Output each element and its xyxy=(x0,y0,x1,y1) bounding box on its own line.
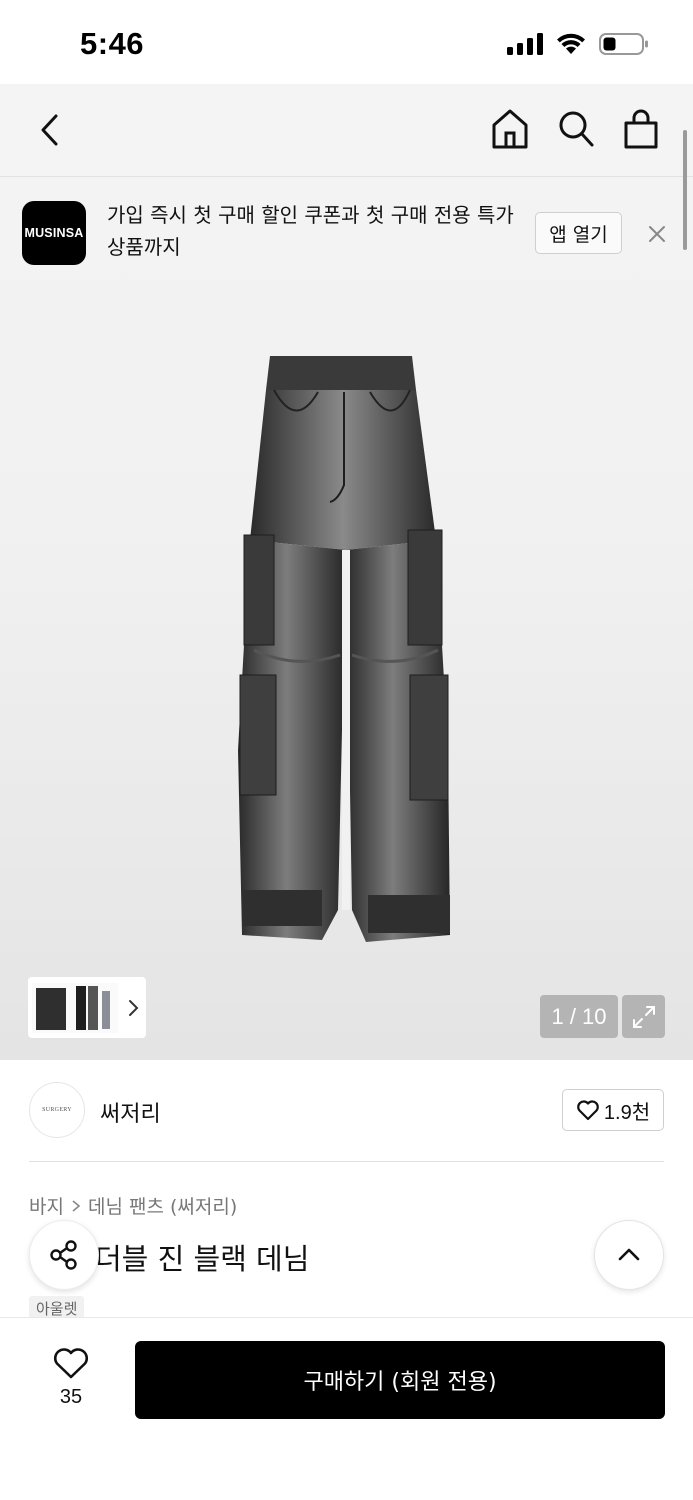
thumbnail-strip[interactable] xyxy=(28,977,146,1038)
status-bar: 5:46 xyxy=(0,0,693,84)
product-title: 더블 진 블랙 데님 xyxy=(95,1242,310,1276)
thumbnail-image[interactable] xyxy=(32,982,118,1033)
status-time: 5:46 xyxy=(80,26,145,61)
expand-button[interactable] xyxy=(622,995,665,1038)
chevron-up-icon xyxy=(618,1248,640,1261)
banner-message: 가입 즉시 첫 구매 할인 쿠폰과 첫 구매 전용 특가 상품까지 xyxy=(107,203,514,259)
wishlist-count: 35 xyxy=(59,1386,83,1408)
heart-icon xyxy=(577,1100,599,1121)
shopping-bag-icon[interactable] xyxy=(623,108,659,150)
cellular-signal-icon xyxy=(507,33,543,55)
brand-like-button[interactable]: 1.9천 xyxy=(562,1089,664,1131)
app-promo-banner: MUSINSA 가입 즉시 첫 구매 할인 쿠폰과 첫 구매 전용 특가 상품까… xyxy=(0,177,693,273)
open-app-button[interactable]: 앱 열기 xyxy=(535,212,622,254)
chevron-right-icon xyxy=(72,1199,81,1212)
nav-actions xyxy=(491,108,659,150)
brand-divider xyxy=(29,1161,664,1162)
chevron-right-icon[interactable] xyxy=(122,997,144,1019)
brand-row[interactable]: SURGERY 써저리 1.9천 xyxy=(0,1060,693,1162)
breadcrumb-item[interactable]: 데님 팬츠 (써저리) xyxy=(88,1192,237,1219)
brand-name[interactable]: 써저리 xyxy=(100,1096,161,1128)
breadcrumb: 바지 데님 팬츠 (써저리) xyxy=(29,1192,237,1219)
expand-icon xyxy=(632,1005,655,1028)
buy-button[interactable]: 구매하기 (회원 전용) xyxy=(135,1341,665,1419)
product-image[interactable] xyxy=(226,350,466,950)
breadcrumb-item[interactable]: 바지 xyxy=(29,1192,64,1219)
wifi-icon xyxy=(557,33,585,54)
scroll-top-button[interactable] xyxy=(594,1220,664,1290)
home-icon[interactable] xyxy=(491,108,529,150)
brand-avatar[interactable]: SURGERY xyxy=(29,1082,85,1138)
search-icon[interactable] xyxy=(557,108,595,150)
share-icon xyxy=(50,1240,77,1270)
share-button[interactable] xyxy=(29,1220,99,1290)
close-icon[interactable] xyxy=(646,223,668,245)
status-icons xyxy=(507,32,649,56)
bottom-purchase-bar: 35 구매하기 (회원 전용) xyxy=(0,1317,693,1500)
back-icon[interactable] xyxy=(32,110,72,150)
navigation-bar xyxy=(0,84,693,176)
heart-icon xyxy=(54,1348,88,1379)
scrollbar[interactable] xyxy=(683,130,687,250)
musinsa-logo: MUSINSA xyxy=(22,201,86,265)
wishlist-button[interactable]: 35 xyxy=(40,1346,102,1409)
brand-like-count: 1.9천 xyxy=(603,1101,651,1124)
image-page-indicator: 1 / 10 xyxy=(540,995,618,1038)
brand-avatar-logo: SURGERY xyxy=(42,1107,72,1113)
battery-icon xyxy=(599,33,648,55)
